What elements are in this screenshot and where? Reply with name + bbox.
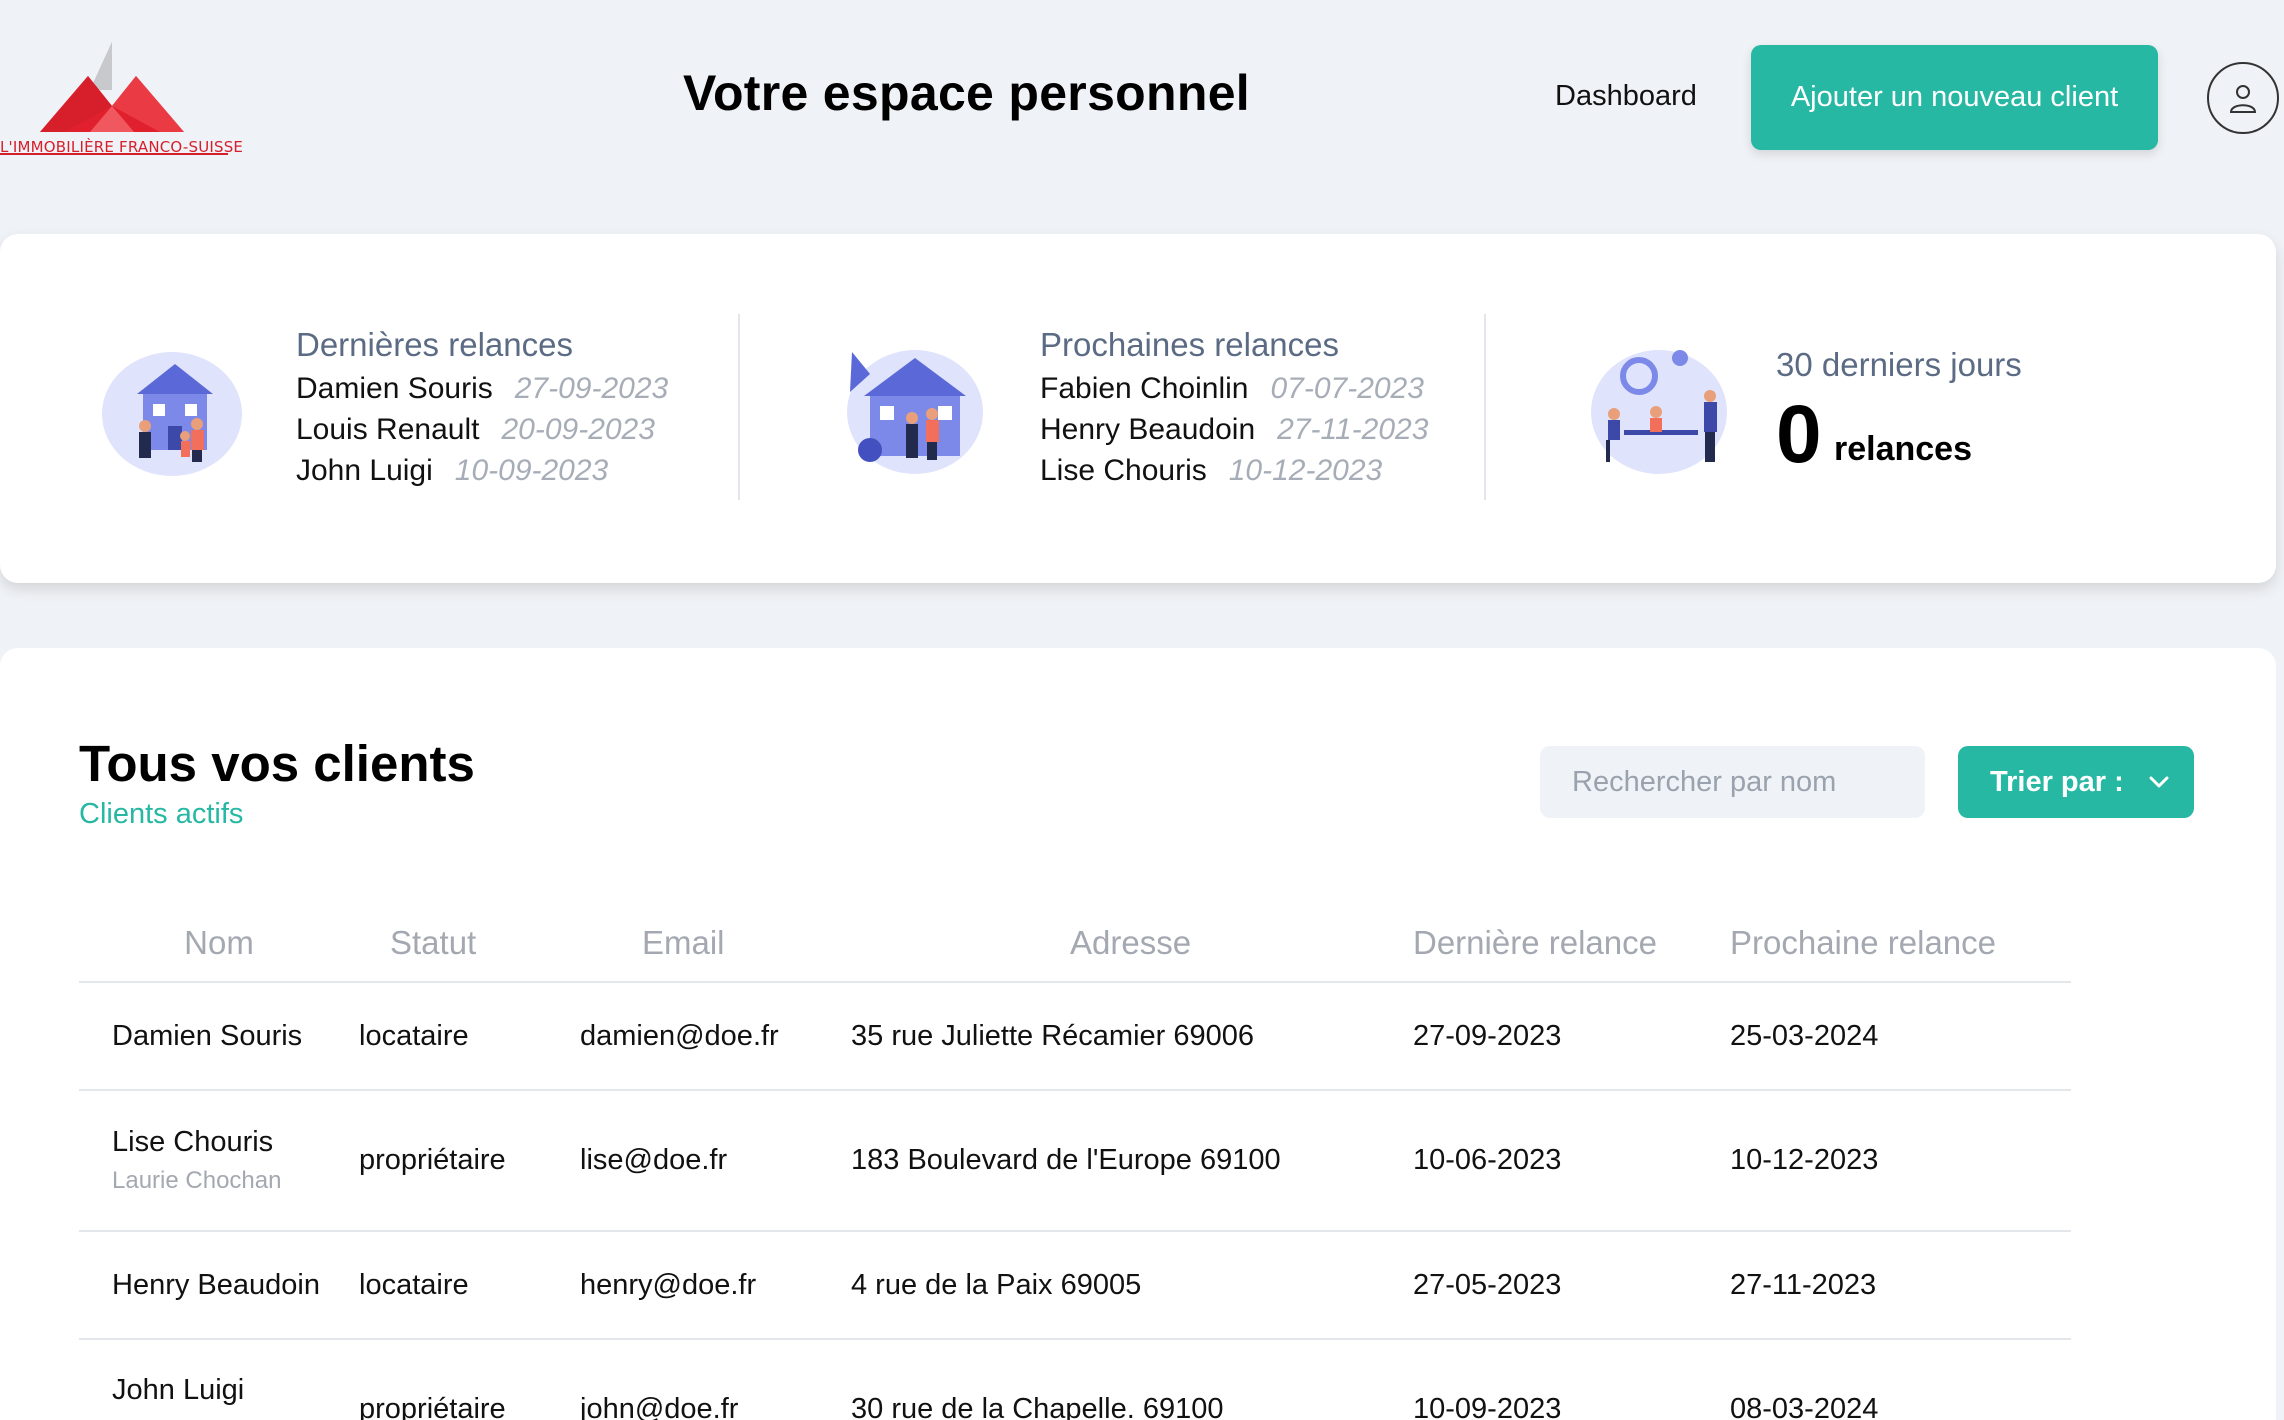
cell-next-reminder: 10-12-2023 (1730, 1090, 2071, 1232)
last-reminders-title: Dernières relances (296, 326, 573, 363)
cell-name: Lise Chouris Laurie Chochan (79, 1090, 359, 1232)
reminders-count: 0 (1776, 389, 1822, 480)
reminder-date: 27-09-2023 (514, 372, 669, 405)
cell-last-reminder: 27-09-2023 (1413, 982, 1730, 1091)
clients-table: Nom Statut Email Adresse Dernière relanc… (79, 904, 2071, 1420)
reminder-name: Damien Souris (296, 372, 493, 405)
sort-label: Trier par : (1990, 765, 2124, 798)
last-reminder-item[interactable]: John Luigi 10-09-2023 (296, 454, 608, 488)
cell-last-reminder: 27-05-2023 (1413, 1231, 1730, 1340)
cell-next-reminder: 25-03-2024 (1730, 982, 2071, 1091)
cell-name: Henry Beaudoin (79, 1231, 359, 1340)
column-header-email[interactable]: Email (580, 904, 851, 983)
cell-next-reminder: 27-11-2023 (1730, 1231, 2071, 1340)
user-icon (2229, 85, 2257, 113)
cell-status: locataire (359, 982, 580, 1091)
table-row[interactable]: Henry Beaudoin locataire henry@doe.fr 4 … (79, 1231, 2071, 1340)
client-name: Damien Souris (112, 1019, 303, 1052)
cell-email: lise@doe.fr (580, 1090, 851, 1232)
company-logo[interactable]: L'IMMOBILIÈRE FRANCO-SUISSE (0, 40, 243, 160)
cell-status: propriétaire (359, 1339, 580, 1420)
active-clients-filter[interactable]: Clients actifs (79, 798, 243, 831)
reminder-date: 07-07-2023 (1270, 372, 1424, 405)
cell-address: 183 Boulevard de l'Europe 69100 (851, 1090, 1413, 1232)
reminder-date: 10-12-2023 (1228, 454, 1383, 487)
column-header-last-reminder[interactable]: Dernière relance (1413, 904, 1730, 983)
table-header-row: Nom Statut Email Adresse Dernière relanc… (79, 904, 2071, 983)
reminder-date: 20-09-2023 (501, 413, 655, 446)
column-header-next-reminder[interactable]: Prochaine relance (1730, 904, 2071, 983)
cell-name: John Luigi (79, 1339, 359, 1420)
meeting-illustration-icon (1591, 350, 1727, 474)
client-name: John Luigi (112, 1374, 245, 1406)
reminder-name: John Luigi (296, 454, 433, 487)
reminder-date: 27-11-2023 (1277, 413, 1429, 446)
table-row[interactable]: John Luigi propriétaire john@doe.fr 30 r… (79, 1339, 2071, 1420)
stats-card: Dernières relances Damien Souris 27-09-20… (0, 234, 2276, 583)
cell-status: propriétaire (359, 1090, 580, 1232)
logo-mountains-icon (40, 42, 184, 132)
house-family-illustration-icon (102, 352, 242, 476)
nav-dashboard-link[interactable]: Dashboard (1555, 80, 1697, 113)
home-couple-illustration-icon (847, 350, 983, 474)
cell-email: henry@doe.fr (580, 1231, 851, 1340)
last-reminder-item[interactable]: Louis Renault 20-09-2023 (296, 413, 655, 447)
sort-dropdown-button[interactable]: Trier par : (1958, 746, 2194, 818)
cell-last-reminder: 10-06-2023 (1413, 1090, 1730, 1232)
column-header-status[interactable]: Statut (359, 904, 580, 983)
next-reminder-item[interactable]: Lise Chouris 10-12-2023 (1040, 454, 1382, 488)
client-subname: Laurie Chochan (112, 1167, 282, 1194)
cell-address: 30 rue de la Chapelle. 69100 (851, 1339, 1413, 1420)
reminder-name: Lise Chouris (1040, 454, 1207, 487)
client-name: Lise Chouris (112, 1126, 274, 1158)
client-name: Henry Beaudoin (112, 1268, 320, 1301)
next-reminders-title: Prochaines relances (1040, 326, 1339, 363)
reminder-date: 10-09-2023 (454, 454, 609, 487)
reminders-count-unit: relances (1834, 430, 1972, 468)
column-header-address[interactable]: Adresse (851, 904, 1413, 983)
page-title: Votre espace personnel (683, 65, 1251, 121)
cell-email: john@doe.fr (580, 1339, 851, 1420)
last-reminder-item[interactable]: Damien Souris 27-09-2023 (296, 372, 668, 406)
user-profile-button[interactable] (2207, 62, 2279, 134)
cell-last-reminder: 10-09-2023 (1413, 1339, 1730, 1420)
search-input[interactable] (1540, 746, 1925, 818)
column-header-name[interactable]: Nom (79, 904, 359, 983)
clients-card: Tous vos clients Clients actifs Trier pa… (0, 648, 2276, 1420)
last-30-days-title: 30 derniers jours (1776, 346, 2022, 383)
chevron-down-icon (2149, 776, 2169, 788)
reminder-name: Fabien Choinlin (1040, 372, 1249, 405)
table-row[interactable]: Damien Souris locataire damien@doe.fr 35… (79, 982, 2071, 1091)
next-reminder-item[interactable]: Henry Beaudoin 27-11-2023 (1040, 413, 1428, 447)
stats-divider (738, 314, 740, 500)
next-reminder-item[interactable]: Fabien Choinlin 07-07-2023 (1040, 372, 1424, 406)
cell-next-reminder: 08-03-2024 (1730, 1339, 2071, 1420)
logo-underline (0, 153, 228, 155)
clients-title: Tous vos clients (79, 735, 475, 792)
cell-status: locataire (359, 1231, 580, 1340)
reminder-name: Louis Renault (296, 413, 480, 446)
cell-address: 4 rue de la Paix 69005 (851, 1231, 1413, 1340)
cell-email: damien@doe.fr (580, 982, 851, 1091)
stats-divider (1484, 314, 1486, 500)
cell-name: Damien Souris (79, 982, 359, 1091)
cell-address: 35 rue Juliette Récamier 69006 (851, 982, 1413, 1091)
table-row[interactable]: Lise Chouris Laurie Chochan propriétaire… (79, 1090, 2071, 1232)
reminder-name: Henry Beaudoin (1040, 413, 1256, 446)
add-client-button[interactable]: Ajouter un nouveau client (1751, 45, 2158, 150)
